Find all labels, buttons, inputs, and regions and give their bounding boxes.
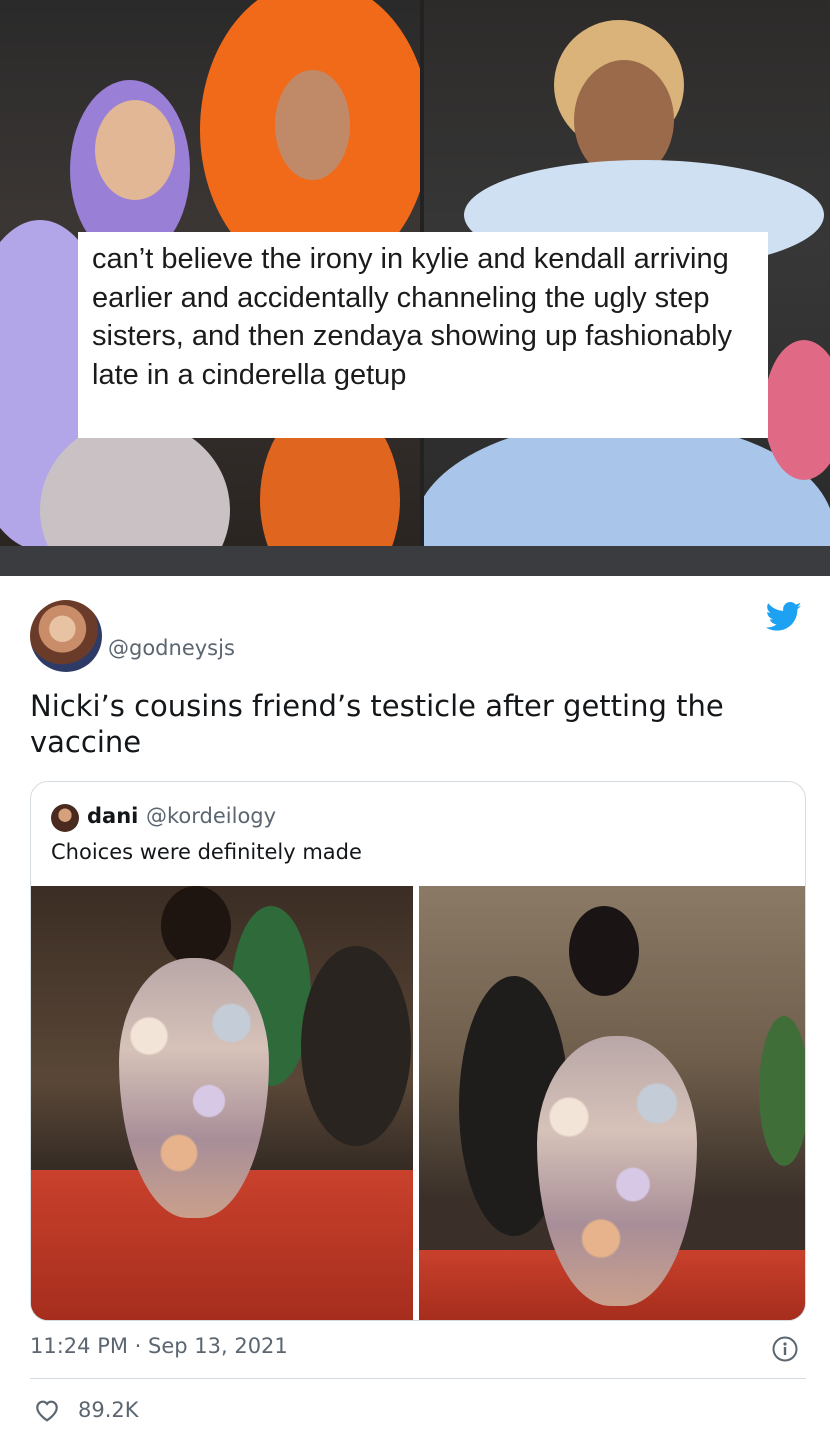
- heart-icon[interactable]: [34, 1398, 60, 1422]
- tweet-card[interactable]: @godneysjs Nicki’s cousins friend’s test…: [0, 576, 830, 1434]
- tweet-timestamp[interactable]: 11:24 PM · Sep 13, 2021: [30, 1334, 288, 1358]
- tweet-text: Nicki’s cousins friend’s testicle after …: [30, 689, 724, 759]
- hair: [569, 906, 639, 996]
- quoted-avatar[interactable]: [51, 804, 79, 832]
- face: [275, 70, 350, 180]
- quoted-tweet[interactable]: dani @kordeilogy Choices were definitely…: [30, 781, 806, 1321]
- twitter-bird-icon[interactable]: [766, 602, 802, 632]
- hair: [161, 886, 231, 966]
- photographers: [301, 946, 411, 1146]
- separator: [0, 546, 830, 576]
- divider: [30, 1378, 806, 1379]
- quoted-photo-right[interactable]: [419, 886, 805, 1320]
- quoted-handle[interactable]: @kordeilogy: [146, 804, 276, 828]
- quoted-name[interactable]: dani: [87, 804, 138, 828]
- avatar[interactable]: [30, 600, 102, 672]
- meme-caption: can’t believe the irony in kylie and ken…: [78, 232, 768, 438]
- face: [95, 100, 175, 200]
- info-icon[interactable]: [772, 1336, 798, 1362]
- christmas-tree: [759, 1016, 805, 1166]
- quoted-photo-left[interactable]: [31, 886, 413, 1320]
- meme-image: can’t believe the irony in kylie and ken…: [0, 0, 830, 546]
- tweet-handle[interactable]: @godneysjs: [108, 636, 235, 660]
- like-count: 89.2K: [78, 1398, 139, 1422]
- quoted-text: Choices were definitely made: [51, 840, 362, 864]
